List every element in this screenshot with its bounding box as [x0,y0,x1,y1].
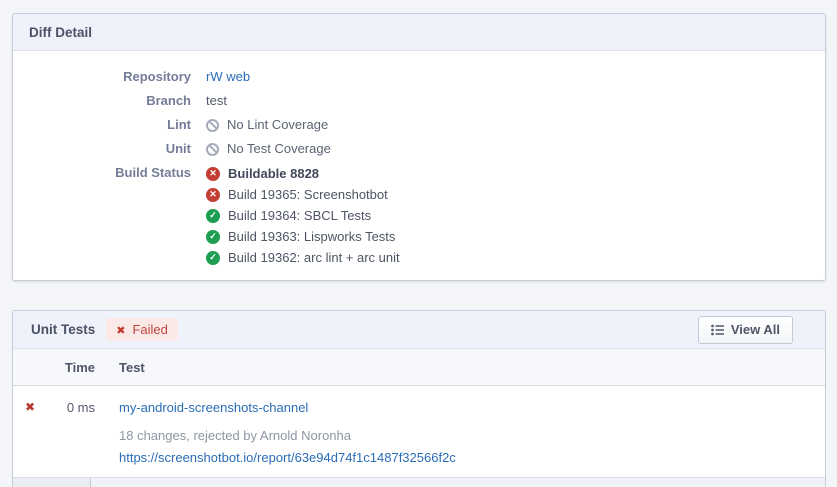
unit-coverage-value: No Test Coverage [227,139,331,159]
check-circle-icon [206,251,220,265]
property-label: Branch [13,91,191,111]
property-row-lint: Lint No Lint Coverage [13,115,825,135]
panel-title: Unit Tests [31,322,95,337]
check-circle-icon [206,230,220,244]
times-circle-icon [206,167,220,181]
property-row-unit: Unit No Test Coverage [13,139,825,159]
failed-badge-label: Failed [132,322,167,337]
times-circle-icon [206,188,220,202]
list-icon [711,324,724,336]
build-status-item: Build 19363: Lispworks Tests [206,226,400,247]
ban-icon [206,143,219,156]
build-status-item: Build 19362: arc lint + arc unit [206,247,400,268]
property-label: Lint [13,115,191,135]
x-icon [116,322,125,337]
property-label: Repository [13,67,191,87]
build-status-item: Buildable 8828 [206,163,400,184]
diff-detail-panel: Diff Detail Repository rW web Branch tes… [12,13,826,281]
fail-x-icon [25,399,35,414]
partial-status-cell [13,478,91,487]
view-all-label: View All [731,322,780,337]
view-all-button[interactable]: View All [698,316,793,344]
branch-value: test [206,91,227,111]
build-status-item: Build 19365: Screenshotbot [206,184,400,205]
test-time: 0 ms [61,386,107,477]
test-details-text: 18 changes, rejected by Arnold Noronha [119,428,825,444]
property-row-build-status: Build Status Buildable 8828 Build 19365:… [13,163,825,268]
property-label: Build Status [13,163,191,268]
time-column-header: Time [61,360,107,375]
test-report-link[interactable]: https://screenshotbot.io/report/63e94d74… [119,450,825,466]
buildable-label: Buildable 8828 [228,164,319,184]
property-label: Unit [13,139,191,159]
diff-detail-header: Diff Detail [13,14,825,51]
build-status-item: Build 19364: SBCL Tests [206,205,400,226]
panel-title: Diff Detail [29,25,92,40]
build-label: Build 19363: Lispworks Tests [228,227,395,247]
check-circle-icon [206,209,220,223]
ban-icon [206,119,219,132]
build-label: Build 19364: SBCL Tests [228,206,371,226]
property-row-repository: Repository rW web [13,67,825,87]
test-column-header: Test [107,360,825,375]
lint-coverage-value: No Lint Coverage [227,115,328,135]
unit-tests-header: Unit Tests Failed View All [13,311,825,349]
property-list: Repository rW web Branch test Lint No Li… [13,51,825,268]
unit-tests-table-header: Time Test [13,349,825,386]
build-label: Build 19362: arc lint + arc unit [228,248,400,268]
failed-status-badge: Failed [106,318,178,341]
property-row-branch: Branch test [13,91,825,111]
repository-link[interactable]: rW web [206,67,250,87]
test-name-link[interactable]: my-android-screenshots-channel [119,400,825,416]
unit-tests-panel: Unit Tests Failed View All Time Test 0 m… [12,310,826,487]
table-row: 0 ms my-android-screenshots-channel 18 c… [13,386,825,478]
build-label: Build 19365: Screenshotbot [228,185,388,205]
build-status-list: Buildable 8828 Build 19365: Screenshotbo… [206,163,400,268]
table-row-partial [13,478,825,487]
